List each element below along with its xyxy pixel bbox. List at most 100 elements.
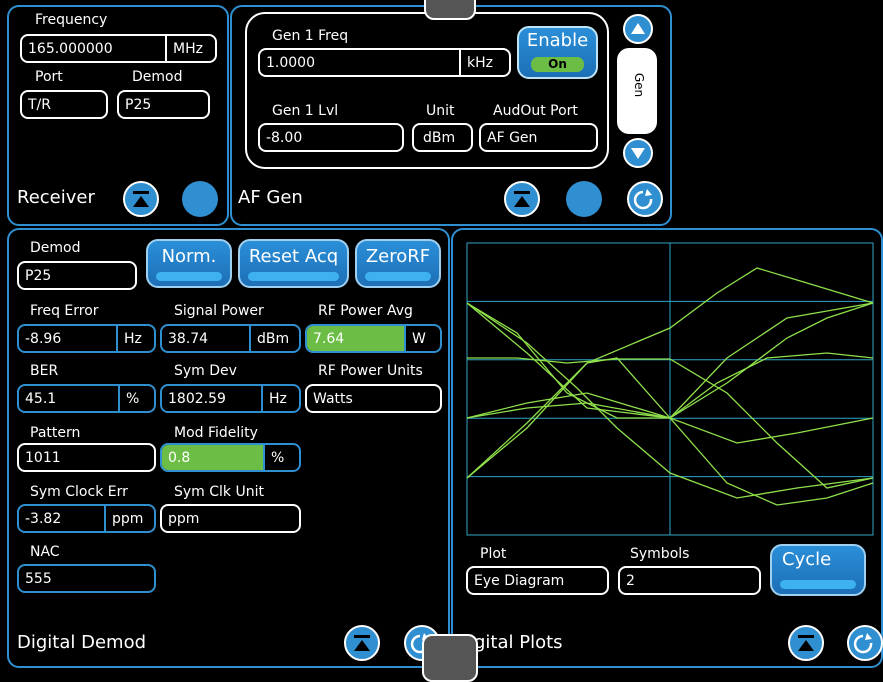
gen1-lvl-value: -8.00 xyxy=(266,129,303,146)
unit-label: Unit xyxy=(426,103,455,119)
receiver-title: Receiver xyxy=(17,187,95,208)
rf-power-units-value: Watts xyxy=(313,390,353,407)
demod-value: P25 xyxy=(125,96,152,113)
gen1-freq-unit: kHz xyxy=(459,50,509,75)
unit-field[interactable]: dBm xyxy=(412,123,473,152)
cycle-button[interactable]: Cycle xyxy=(770,544,866,596)
collapse-icon xyxy=(514,191,530,207)
signal-power-field[interactable]: 38.74 dBm xyxy=(160,324,301,353)
digital-plots-collapse-button[interactable] xyxy=(788,625,824,661)
plot-value: Eye Diagram xyxy=(474,572,565,589)
ber-field[interactable]: 45.1 % xyxy=(17,384,156,413)
unit-value: dBm xyxy=(423,129,456,146)
cycle-button-label: Cycle xyxy=(782,549,832,570)
mod-fidelity-label: Mod Fidelity xyxy=(174,425,258,441)
rf-power-units-field[interactable]: Watts xyxy=(305,384,442,413)
enable-label: Enable xyxy=(526,30,589,51)
sym-clk-unit-field[interactable]: ppm xyxy=(160,504,301,533)
rf-power-avg-value: 7.64 xyxy=(307,326,404,351)
af-gen-title: AF Gen xyxy=(238,187,303,208)
rf-power-avg-field[interactable]: 7.64 W xyxy=(305,324,442,353)
mod-fidelity-field[interactable]: 0.8 % xyxy=(160,443,301,472)
af-gen-panel: Gen 1 Freq 1.0000 kHz Enable On Gen 1 Lv… xyxy=(230,5,672,226)
scroll-down-icon xyxy=(631,148,645,159)
signal-power-value: 38.74 xyxy=(168,330,209,347)
sym-clock-err-value: -3.82 xyxy=(25,510,62,527)
side-tab-gen[interactable]: Gen xyxy=(617,48,657,134)
nac-field[interactable]: 555 xyxy=(17,564,156,593)
collapse-icon xyxy=(354,635,370,651)
symbols-field[interactable]: 2 xyxy=(618,566,761,595)
digital-demod-title: Digital Demod xyxy=(17,632,147,653)
symbols-value: 2 xyxy=(626,572,635,589)
port-field[interactable]: T/R xyxy=(20,90,108,119)
scroll-down-button[interactable] xyxy=(623,138,653,168)
digital-plots-panel: Plot Eye Diagram Symbols 2 Cycle igital … xyxy=(451,228,883,668)
plot-field[interactable]: Eye Diagram xyxy=(466,566,609,595)
digital-plots-title: igital Plots xyxy=(469,632,563,653)
frequency-label: Frequency xyxy=(35,12,108,28)
plot-label: Plot xyxy=(480,546,507,562)
gen1-freq-label: Gen 1 Freq xyxy=(272,28,349,44)
receiver-collapse-button[interactable] xyxy=(123,181,159,217)
symbols-label: Symbols xyxy=(630,546,690,562)
gen1-lvl-field[interactable]: -8.00 xyxy=(258,123,404,152)
nac-label: NAC xyxy=(30,544,60,560)
gen1-freq-value: 1.0000 xyxy=(266,54,315,71)
dd-demod-value: P25 xyxy=(25,267,52,284)
af-gen-circle-button[interactable] xyxy=(566,181,602,217)
reset-acq-button-label: Reset Acq xyxy=(248,246,339,267)
scroll-up-button[interactable] xyxy=(623,14,653,44)
dd-demod-label: Demod xyxy=(30,240,81,256)
sym-dev-value: 1802.59 xyxy=(168,390,226,407)
enable-state-badge: On xyxy=(531,57,584,72)
receiver-circle-button[interactable] xyxy=(182,181,218,217)
rotate-icon xyxy=(633,189,653,210)
freq-error-unit: Hz xyxy=(116,326,154,351)
side-tab-gen-label: Gen xyxy=(632,72,646,98)
nac-value: 555 xyxy=(25,570,52,587)
mod-fidelity-value: 0.8 xyxy=(162,445,263,470)
af-gen-collapse-button[interactable] xyxy=(504,181,540,217)
sym-clock-err-label: Sym Clock Err xyxy=(30,484,128,500)
sym-dev-field[interactable]: 1802.59 Hz xyxy=(160,384,301,413)
rf-power-avg-unit: W xyxy=(404,326,440,351)
digital-demod-collapse-button[interactable] xyxy=(344,625,380,661)
top-drag-handle[interactable] xyxy=(424,0,476,20)
demod-field[interactable]: P25 xyxy=(117,90,210,119)
bottom-drag-handle[interactable] xyxy=(422,634,478,682)
rf-power-avg-label: RF Power Avg xyxy=(318,303,413,319)
sym-dev-unit: Hz xyxy=(261,386,299,411)
audout-port-value: AF Gen xyxy=(487,129,538,146)
digital-plots-rotate-button[interactable] xyxy=(847,625,883,661)
reset-acq-button[interactable]: Reset Acq xyxy=(238,239,349,288)
enable-button[interactable]: Enable On xyxy=(517,26,598,79)
ber-value: 45.1 xyxy=(25,390,57,407)
norm-button[interactable]: Norm. xyxy=(146,239,232,288)
ber-unit: % xyxy=(118,386,154,411)
freq-error-value: -8.96 xyxy=(25,330,62,347)
sym-clk-unit-label: Sym Clk Unit xyxy=(174,484,264,500)
enable-state: On xyxy=(548,57,567,71)
port-value: T/R xyxy=(28,96,51,113)
sym-dev-label: Sym Dev xyxy=(174,363,237,379)
gen1-freq-field[interactable]: 1.0000 kHz xyxy=(258,48,511,77)
digital-demod-panel: Demod P25 Norm. Reset Acq ZeroRF Freq Er… xyxy=(7,228,450,668)
gen1-lvl-label: Gen 1 Lvl xyxy=(272,103,339,119)
rf-power-units-label: RF Power Units xyxy=(318,363,423,379)
dd-demod-field[interactable]: P25 xyxy=(17,261,137,290)
eye-diagram-plot xyxy=(466,242,874,536)
pattern-field[interactable]: 1011 xyxy=(17,443,156,472)
demod-label: Demod xyxy=(132,69,183,85)
audout-port-field[interactable]: AF Gen xyxy=(479,123,598,152)
zerorf-button[interactable]: ZeroRF xyxy=(355,239,441,288)
receiver-panel: Frequency 165.000000 MHz Port T/R Demod … xyxy=(7,5,229,226)
frequency-field[interactable]: 165.000000 MHz xyxy=(20,34,217,63)
pattern-value: 1011 xyxy=(25,449,61,466)
af-gen-rotate-button[interactable] xyxy=(627,181,663,217)
zerorf-button-label: ZeroRF xyxy=(365,246,431,267)
sym-clk-unit-value: ppm xyxy=(168,510,200,527)
freq-error-field[interactable]: -8.96 Hz xyxy=(17,324,156,353)
sym-clock-err-field[interactable]: -3.82 ppm xyxy=(17,504,156,533)
collapse-icon xyxy=(798,635,814,651)
